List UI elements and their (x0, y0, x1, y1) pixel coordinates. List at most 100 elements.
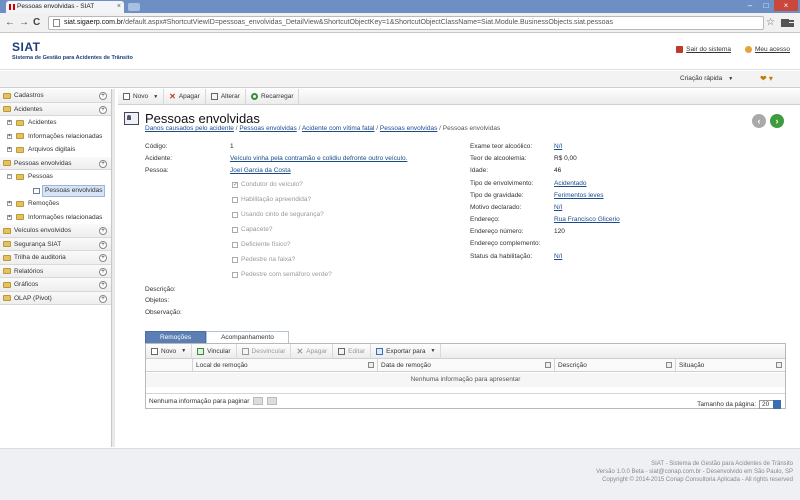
back-icon[interactable]: ← (5, 16, 15, 30)
sidebar-item-info-relacionadas[interactable]: + Informações relacionadas (0, 130, 111, 144)
edit-button[interactable]: Alterar (206, 88, 246, 105)
checkbox-icon[interactable] (232, 271, 238, 278)
sidebar-item-acidentes[interactable]: Acidentes + (0, 102, 111, 116)
sidebar-item-olap[interactable]: OLAP (Pivot) + (0, 291, 111, 305)
acidente-link[interactable]: Veículo vinha pela contramão e colidiu d… (230, 155, 407, 162)
sidebar-item-trilha[interactable]: Trilha de auditoria + (0, 251, 111, 265)
column-data-remocao[interactable]: Data de remoção (378, 359, 555, 371)
expand-icon[interactable]: + (99, 105, 107, 114)
sidebar-item-seguranca[interactable]: Segurança SIAT + (0, 237, 111, 251)
grid-delete-button[interactable]: ✕ Apagar (291, 343, 334, 359)
refresh-button[interactable]: Recarregar (246, 88, 300, 105)
checkbox-icon[interactable] (232, 241, 238, 248)
checkbox-condutor[interactable]: ✓ Condutor do veículo? (232, 181, 303, 188)
expand-icon[interactable]: + (99, 159, 107, 168)
tipo-envolvimento-link[interactable]: Acidentado (554, 180, 587, 187)
grid-edit-button[interactable]: Editar (333, 343, 372, 359)
checkbox-icon[interactable] (232, 256, 238, 263)
chevron-down-icon[interactable] (773, 400, 781, 409)
new-button[interactable]: Novo ▼ (118, 88, 165, 105)
motivo-declarado-link[interactable]: N/I (554, 204, 562, 211)
previous-record-icon[interactable]: ‹ (752, 114, 766, 128)
forward-icon[interactable]: → (19, 16, 29, 30)
bookmark-star-icon[interactable]: ☆ (766, 17, 775, 28)
filter-icon[interactable] (368, 362, 374, 368)
favorites-icon[interactable]: ❤ ▾ (760, 74, 773, 83)
checkbox-icon[interactable] (232, 196, 238, 203)
breadcrumb-link[interactable]: Pessoas envolvidas (380, 125, 437, 132)
tree-collapse-icon[interactable]: − (7, 174, 12, 179)
sidebar-item-acidentes-sub[interactable]: + Acidentes (0, 116, 111, 130)
pager-prev-icon[interactable] (253, 397, 264, 406)
page-size-select[interactable]: 20 (759, 400, 781, 409)
column-descricao[interactable]: Descrição (555, 359, 676, 371)
checkbox-icon[interactable] (232, 211, 238, 218)
minimize-icon[interactable]: – (742, 0, 758, 11)
checkbox-habilitacao[interactable]: Habilitação apreendida? (232, 196, 311, 203)
address-bar[interactable]: siat.sigaerp.com.br/default.aspx#Shortcu… (48, 16, 764, 30)
grid-new-button[interactable]: Novo ▼ (146, 343, 193, 359)
window-close-icon[interactable]: × (774, 0, 798, 11)
chevron-down-icon[interactable]: ▼ (153, 94, 158, 100)
link-button[interactable]: Vincular (192, 343, 237, 359)
breadcrumb-link[interactable]: Acidente com vítima fatal (302, 125, 375, 132)
tree-expand-icon[interactable]: + (7, 147, 12, 152)
unlink-button[interactable]: Desvincular (237, 343, 292, 359)
tree-expand-icon[interactable]: + (7, 133, 12, 139)
expand-icon[interactable]: + (99, 227, 107, 235)
logout-link[interactable]: Sair do sistema (676, 46, 731, 53)
sidebar-item-graficos[interactable]: Gráficos + (0, 278, 111, 292)
filter-icon[interactable] (776, 362, 782, 368)
expand-icon[interactable]: + (99, 281, 107, 289)
export-button[interactable]: Exportar para ▼ (371, 343, 442, 359)
checkbox-deficiente[interactable]: Deficiente físico? (232, 241, 291, 248)
reload-icon[interactable]: C (33, 16, 40, 30)
tab-remocoes[interactable]: Remoções (145, 331, 207, 343)
sidebar-item-pessoas-envolvidas[interactable]: Pessoas envolvidas + (0, 156, 111, 170)
next-record-icon[interactable]: › (770, 114, 784, 128)
tipo-gravidade-link[interactable]: Ferimentos leves (554, 192, 604, 199)
checkbox-checked-icon[interactable]: ✓ (232, 181, 238, 188)
expand-icon[interactable]: + (99, 92, 107, 100)
my-account-link[interactable]: Meu acesso (744, 46, 790, 53)
breadcrumb-link[interactable]: Danos causados pelo acidente (145, 125, 234, 132)
filter-icon[interactable] (545, 362, 551, 368)
new-tab-button[interactable] (128, 3, 140, 11)
filter-icon[interactable] (666, 362, 672, 368)
tree-expand-icon[interactable]: + (7, 201, 12, 206)
sidebar-item-veiculos[interactable]: Veículos envolvidos + (0, 224, 111, 238)
close-tab-icon[interactable]: × (117, 1, 121, 13)
sidebar-item-info-relacionadas-2[interactable]: + Informações relacionadas (0, 211, 111, 225)
status-habilitacao-link[interactable]: N/I (554, 253, 562, 260)
chevron-down-icon[interactable]: ▼ (431, 348, 436, 354)
chevron-down-icon[interactable]: ▼ (181, 348, 186, 354)
endereco-link[interactable]: Rua Francisco Glicerio (554, 216, 620, 223)
tab-acompanhamento[interactable]: Acompanhamento (206, 331, 289, 343)
column-local-remocao[interactable]: Local de remoção (193, 359, 378, 371)
sidebar-item-relatorios[interactable]: Relatórios + (0, 264, 111, 278)
browser-tab[interactable]: Pessoas envolvidas - SIAT × (6, 1, 124, 13)
pessoa-link[interactable]: Joel Garcia da Costa (230, 167, 291, 174)
expand-icon[interactable]: + (99, 254, 107, 262)
maximize-icon[interactable]: □ (758, 0, 774, 11)
checkbox-pedestre-semaforo[interactable]: Pedestre com semáforo verde? (232, 271, 332, 278)
sidebar-item-pessoas[interactable]: − Pessoas (0, 170, 111, 184)
checkbox-capacete[interactable]: Capacete? (232, 226, 272, 233)
delete-button[interactable]: ✕ Apagar (164, 88, 206, 105)
expand-icon[interactable]: + (99, 240, 107, 249)
checkbox-pedestre-faixa[interactable]: Pedestre na faixa? (232, 256, 295, 263)
sidebar-item-remocoes[interactable]: + Remoções (0, 197, 111, 211)
breadcrumb-link[interactable]: Pessoas envolvidas (239, 125, 296, 132)
quick-create-dropdown[interactable]: Criação rápida ▼ (680, 75, 733, 82)
sidebar-item-pessoas-envolvidas-selected[interactable]: Pessoas envolvidas (0, 184, 111, 198)
checkbox-cinto[interactable]: Usando cinto de segurança? (232, 211, 324, 218)
exame-alcoolico-link[interactable]: N/I (554, 143, 562, 150)
tree-expand-icon[interactable]: + (7, 120, 12, 125)
checkbox-icon[interactable] (232, 226, 238, 233)
browser-menu-icon[interactable] (785, 20, 794, 27)
tree-expand-icon[interactable]: + (7, 214, 12, 220)
expand-icon[interactable]: + (99, 267, 107, 276)
sidebar-item-arquivos-digitais[interactable]: + Arquivos digitais (0, 143, 111, 157)
column-situacao[interactable]: Situação (676, 359, 785, 371)
pager-next-icon[interactable] (267, 397, 278, 406)
